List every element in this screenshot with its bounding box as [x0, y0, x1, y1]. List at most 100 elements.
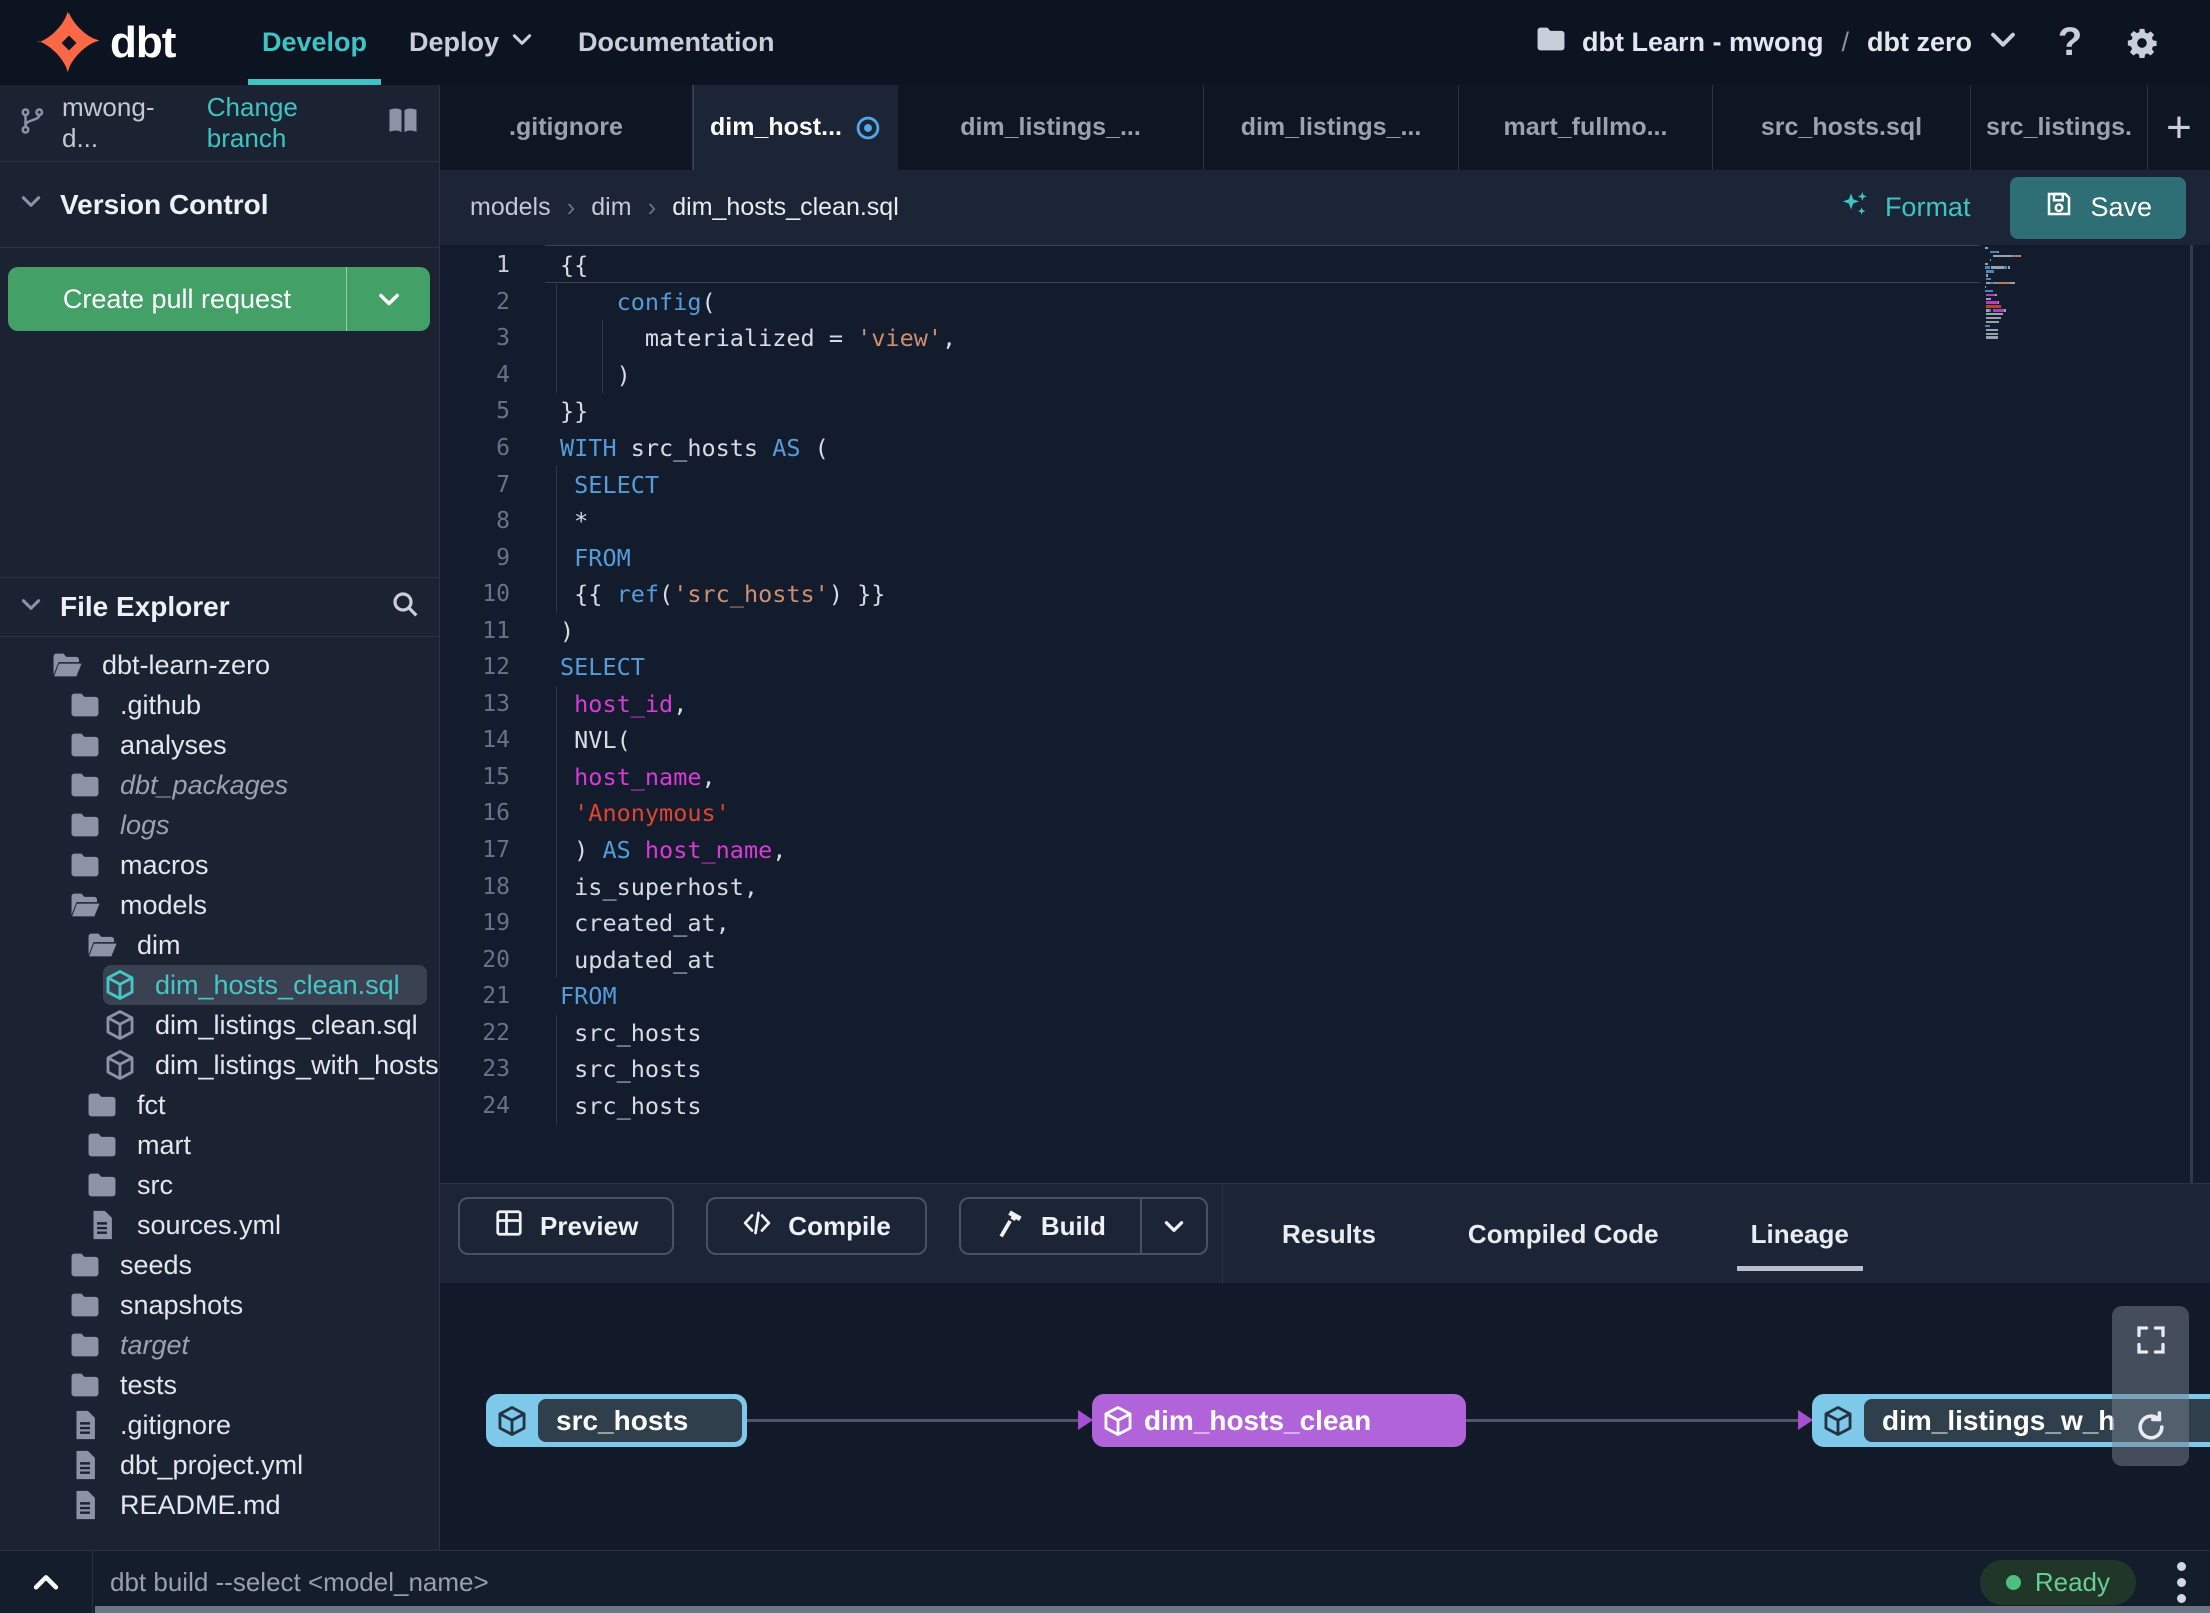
tree-item-dbt-project-yml[interactable]: dbt_project.yml: [68, 1445, 439, 1485]
file-icon: [68, 1408, 102, 1442]
bottom-panel-bar: Preview Compile Build Results Compiled Code…: [440, 1183, 2210, 1284]
dbt-logo[interactable]: dbt: [38, 12, 176, 74]
tree-item-dim[interactable]: dim: [85, 925, 439, 965]
tree-item-sources-yml[interactable]: sources.yml: [85, 1205, 439, 1245]
brand-text: dbt: [110, 18, 176, 67]
line-number: 20: [482, 946, 510, 973]
lineage-node-dim-hosts-clean[interactable]: dim_hosts_clean: [1092, 1394, 1466, 1447]
sidebar: mwong-d... Change branch Version Control…: [0, 85, 440, 1550]
tree-item-dim-hosts-clean-sql[interactable]: dim_hosts_clean.sql: [103, 965, 427, 1005]
horizontal-scrollbar[interactable]: [95, 1606, 2210, 1613]
tab-dim-listings-[interactable]: dim_listings_...: [898, 85, 1204, 170]
breadcrumb: models › dim › dim_hosts_clean.sql: [470, 192, 899, 223]
tree-item-label: models: [120, 889, 208, 920]
button-label: Compile: [788, 1210, 891, 1241]
tree-item-label: dim_listings_clean.sql: [155, 1009, 418, 1040]
breadcrumb-dim[interactable]: dim: [591, 193, 631, 222]
tree-item-mart[interactable]: mart: [85, 1125, 439, 1165]
git-branch-icon: [18, 106, 48, 141]
lineage-node-src-hosts[interactable]: src_hosts: [486, 1394, 747, 1447]
tab-mart-fullmo-[interactable]: mart_fullmo...: [1459, 85, 1713, 170]
code-line: 22 src_hosts: [440, 1014, 1980, 1051]
folder-icon: [68, 688, 102, 722]
folder-icon: [68, 1248, 102, 1282]
tab-label: dim_listings_...: [1240, 113, 1422, 141]
line-number: 9: [496, 544, 510, 571]
gear-icon[interactable]: [2120, 21, 2164, 65]
nav-documentation[interactable]: Documentation: [578, 0, 775, 85]
command-input[interactable]: dbt build --select <model_name>: [110, 1551, 489, 1613]
panel-tab-results[interactable]: Results: [1268, 1184, 1390, 1284]
tab--gitignore[interactable]: .gitignore: [440, 85, 693, 170]
tree-item-snapshots[interactable]: snapshots: [68, 1285, 439, 1325]
nav-develop[interactable]: Develop: [247, 0, 382, 85]
tree-item-tests[interactable]: tests: [68, 1365, 439, 1405]
tree-item-macros[interactable]: macros: [68, 845, 439, 885]
preview-button[interactable]: Preview: [458, 1197, 675, 1255]
tree-item-seeds[interactable]: seeds: [68, 1245, 439, 1285]
line-number: 16: [482, 800, 510, 827]
tab-dim-listings-[interactable]: dim_listings_...: [1204, 85, 1459, 170]
tab-src-hosts-sql[interactable]: src_hosts.sql: [1713, 85, 1971, 170]
panel-tab-lineage[interactable]: Lineage: [1736, 1184, 1864, 1284]
tree-item-readme-md[interactable]: README.md: [68, 1485, 439, 1525]
panel-tab-compiled-code[interactable]: Compiled Code: [1454, 1184, 1673, 1284]
tree-item-fct[interactable]: fct: [85, 1085, 439, 1125]
tree-item-src[interactable]: src: [85, 1165, 439, 1205]
tree-item-models[interactable]: models: [68, 885, 439, 925]
chevron-up-icon[interactable]: [14, 1551, 78, 1613]
minimap[interactable]: [1985, 247, 2043, 340]
nav-deploy[interactable]: Deploy: [409, 0, 535, 85]
build-button[interactable]: Build: [958, 1197, 1208, 1255]
project-selector[interactable]: dbt Learn - mwong / dbt zero: [1534, 22, 2020, 63]
minimap-line: [1985, 305, 2043, 308]
breadcrumb-models[interactable]: models: [470, 193, 551, 222]
save-button[interactable]: Save: [2010, 176, 2186, 239]
format-button[interactable]: Format: [1839, 188, 1970, 227]
project-name: dbt Learn - mwong: [1582, 27, 1824, 57]
help-icon[interactable]: ?: [2048, 20, 2092, 65]
tree-item-dim-listings-with-hosts-[interactable]: dim_listings_with_hosts...: [103, 1045, 439, 1085]
lineage-graph[interactable]: src_hosts dim_hosts_clean dim_listings_w_h: [440, 1283, 2210, 1550]
code-line: 18 is_superhost,: [440, 868, 1980, 905]
tree-item--github[interactable]: .github: [68, 685, 439, 725]
tab-src-listings-[interactable]: src_listings.: [1971, 85, 2148, 170]
tree-item-dbt-packages[interactable]: dbt_packages: [68, 765, 439, 805]
tree-item-label: dbt-learn-zero: [102, 649, 271, 680]
minimap-line: [1985, 297, 2043, 300]
folder-icon: [85, 1168, 119, 1202]
build-dropdown-caret[interactable]: [1139, 1199, 1206, 1253]
change-branch-link[interactable]: Change branch: [207, 92, 371, 154]
code-line: 15 host_name,: [440, 759, 1980, 796]
tree-item--gitignore[interactable]: .gitignore: [68, 1405, 439, 1445]
code-line: 24 src_hosts: [440, 1088, 1980, 1125]
editor-scrollbar[interactable]: [2190, 245, 2193, 1183]
version-control-header[interactable]: Version Control: [0, 162, 439, 248]
tree-item-dbt-learn-zero[interactable]: dbt-learn-zero: [50, 645, 439, 685]
minimap-line: [1985, 320, 2043, 324]
cube-icon: [103, 1008, 137, 1042]
compile-button[interactable]: Compile: [706, 1197, 927, 1255]
line-number: 1: [496, 252, 510, 279]
tree-item-logs[interactable]: logs: [68, 805, 439, 845]
search-icon[interactable]: [389, 588, 421, 627]
code-line: 19 created_at,: [440, 905, 1980, 942]
pr-dropdown-caret[interactable]: [346, 267, 430, 331]
file-explorer-header[interactable]: File Explorer: [0, 577, 439, 637]
lineage-node-label: dim_hosts_clean: [1144, 1404, 1372, 1436]
cube-icon: [103, 968, 137, 1002]
docs-book-icon[interactable]: [385, 103, 421, 144]
kebab-menu-icon[interactable]: [2177, 1551, 2186, 1613]
tree-item-dim-listings-clean-sql[interactable]: dim_listings_clean.sql: [103, 1005, 439, 1045]
tree-item-target[interactable]: target: [68, 1325, 439, 1365]
grid-icon: [494, 1208, 524, 1245]
fullscreen-icon[interactable]: [2133, 1322, 2169, 1363]
tree-item-analyses[interactable]: analyses: [68, 725, 439, 765]
create-pull-request-button[interactable]: Create pull request: [8, 267, 430, 331]
file-icon: [68, 1448, 102, 1482]
tab-dim-host-[interactable]: dim_host...: [693, 85, 898, 170]
minimap-line: [1985, 293, 2043, 296]
code-editor[interactable]: 1{{2 config(3 materialized = 'view', 4 ) 5…: [440, 245, 2210, 1183]
new-tab-button[interactable]: +: [2148, 85, 2210, 170]
refresh-icon[interactable]: [2133, 1409, 2169, 1450]
